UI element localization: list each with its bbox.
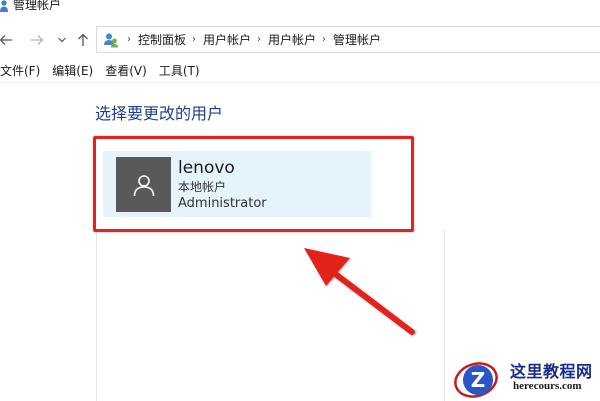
menu-divider xyxy=(0,82,600,83)
pane-divider-left xyxy=(96,230,97,401)
menu-edit[interactable]: 编辑(E) xyxy=(46,62,99,79)
forward-button[interactable] xyxy=(28,26,46,54)
annotation-arrow-icon xyxy=(304,248,415,335)
z-logo-icon: Z xyxy=(454,362,498,398)
annotation-highlight-box xyxy=(93,136,414,232)
users-icon xyxy=(0,0,8,12)
up-button[interactable] xyxy=(74,26,92,54)
arrow-up-icon xyxy=(78,33,88,46)
window-title: 管理帐户 xyxy=(13,0,62,12)
menu-file[interactable]: 文件(F) xyxy=(0,62,46,79)
menu-view[interactable]: 查看(V) xyxy=(99,62,153,79)
breadcrumb-user-accounts-sub[interactable]: 用户帐户 xyxy=(268,31,316,48)
back-button[interactable] xyxy=(0,26,15,54)
user-accounts-icon xyxy=(104,33,118,47)
chevron-right-icon: › xyxy=(257,34,262,45)
control-panel-window: 管理帐户 › 控制面板 › 用户帐户 › 用户帐户 › 管理帐户 文件(F) 编… xyxy=(0,0,600,401)
breadcrumb-control-panel[interactable]: 控制面板 xyxy=(138,31,186,48)
chevron-right-icon: › xyxy=(127,34,131,45)
navigation-bar: › 控制面板 › 用户帐户 › 用户帐户 › 管理帐户 xyxy=(0,26,600,54)
address-bar[interactable]: › 控制面板 › 用户帐户 › 用户帐户 › 管理帐户 xyxy=(96,26,600,53)
breadcrumb-user-accounts[interactable]: 用户帐户 xyxy=(203,31,251,48)
pane-divider-right xyxy=(444,230,445,401)
chevron-down-icon xyxy=(58,37,66,43)
recent-locations-button[interactable] xyxy=(55,26,69,54)
chevron-right-icon: › xyxy=(192,34,197,45)
menu-tools[interactable]: 工具(T) xyxy=(153,62,206,79)
page-title: 选择要更改的用户 xyxy=(95,104,224,123)
arrow-left-icon xyxy=(0,35,12,45)
title-bar: 管理帐户 xyxy=(0,0,600,16)
chevron-right-icon: › xyxy=(322,34,327,45)
arrow-right-icon xyxy=(31,35,44,45)
watermark-title: 这里教程网 xyxy=(510,362,593,381)
svg-text:Z: Z xyxy=(471,368,486,392)
watermark: Z 这里教程网 herecours.com xyxy=(446,350,600,401)
watermark-url: herecours.com xyxy=(513,380,582,392)
breadcrumb-manage-accounts[interactable]: 管理帐户 xyxy=(333,31,381,48)
menu-bar: 文件(F) 编辑(E) 查看(V) 工具(T) xyxy=(0,60,206,80)
